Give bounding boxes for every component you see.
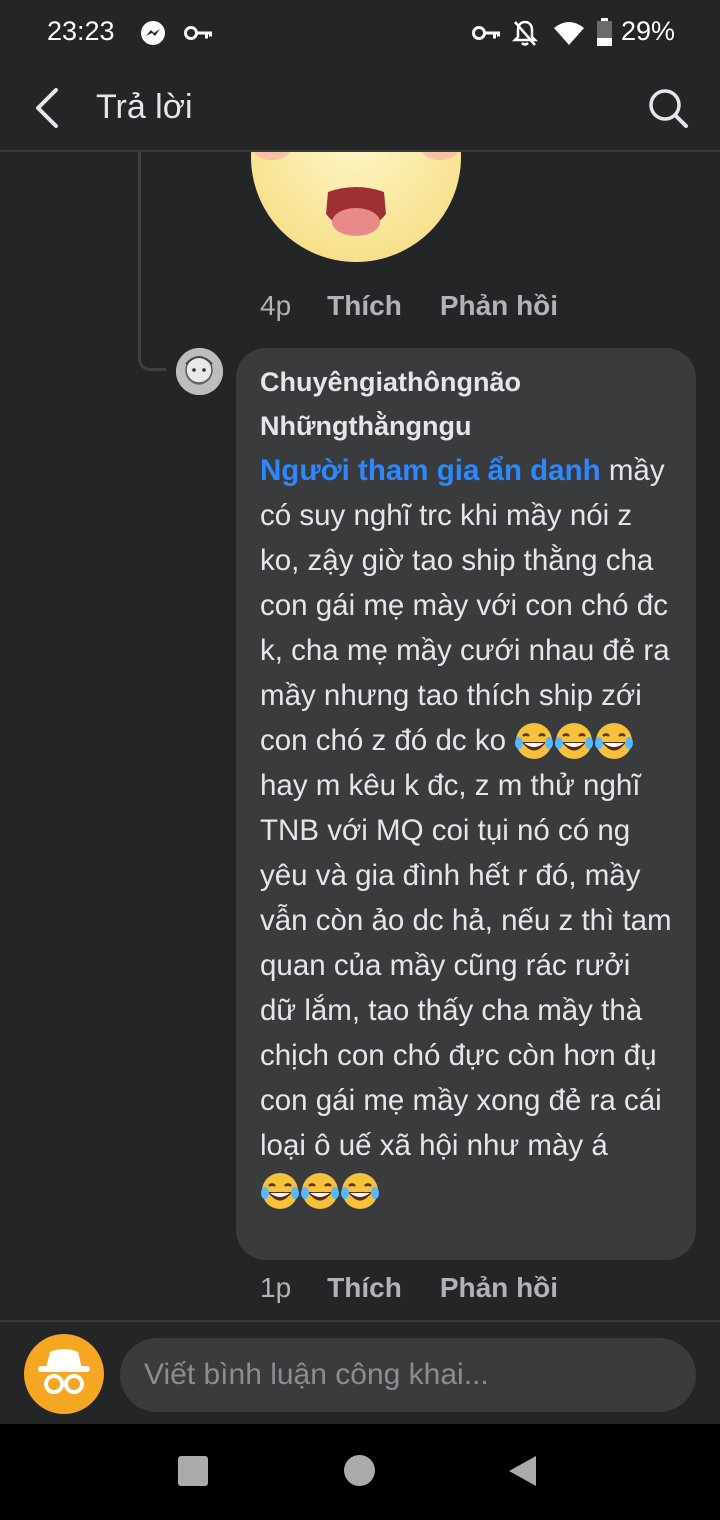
comment-text-part2: hay m kêu k đc, z m thử nghĩ TNB với MQ … [260, 769, 672, 1162]
reply-button[interactable]: Phản hồi [440, 290, 558, 321]
comment-bubble: Chuyêngiathôngnão Nhữngthằngngu Người tha… [236, 348, 696, 1260]
nav-recent-icon[interactable] [178, 1456, 208, 1486]
nav-back-icon[interactable] [506, 1454, 538, 1488]
author-name-line1: Chuyêngiathôngnão [260, 367, 521, 397]
sticker-emoji [251, 152, 461, 262]
comment-time: 4p [260, 290, 292, 321]
comment-time: 1p [260, 1272, 292, 1303]
system-nav-bar [0, 1424, 720, 1520]
laughing-emoji-icon [261, 1172, 379, 1209]
mention-link[interactable]: Người tham gia ẩn danh [260, 454, 601, 487]
thread-connector [138, 359, 166, 371]
laughing-emoji-icon [515, 722, 634, 759]
status-bar: 23:23 29% [0, 0, 720, 66]
search-icon[interactable] [646, 86, 690, 130]
comment-input[interactable]: Viết bình luận công khai... [120, 1338, 696, 1412]
avatar-image [176, 348, 223, 395]
back-arrow-icon[interactable] [28, 86, 68, 130]
nav-home-icon[interactable] [344, 1455, 375, 1486]
comment-author[interactable]: Chuyêngiathôngnão Nhữngthằngngu [260, 360, 672, 448]
app-header: Trả lời [0, 66, 720, 152]
like-button[interactable]: Thích [327, 1272, 402, 1303]
emoji-group [514, 717, 634, 762]
battery-percent: 29% [621, 16, 676, 46]
author-name-line2: Nhữngthằngngu [260, 411, 472, 441]
comment-text: Người tham gia ẩn danh mầy có suy nghĩ t… [260, 448, 672, 1213]
thread-line [138, 152, 141, 362]
like-button[interactable]: Thích [327, 290, 402, 321]
anonymous-avatar-icon[interactable] [24, 1334, 104, 1414]
messenger-icon [141, 21, 165, 45]
comment-text-part1: mầy có suy nghĩ trc khi mầy nói z ko, zậ… [260, 454, 670, 757]
avatar[interactable] [176, 348, 223, 395]
status-time: 23:23 [47, 16, 115, 46]
wifi-icon [554, 22, 584, 45]
vpn-key-icon [472, 26, 500, 40]
comment-meta: 4p Thích Phản hồi [260, 290, 596, 322]
page-title: Trả lời [96, 88, 193, 126]
comment-composer: Viết bình luận công khai... [0, 1320, 720, 1424]
comment-thread: 4p Thích Phản hồi Chuyêngiathôngnão Nhữngth… [0, 152, 720, 1320]
reply-button[interactable]: Phản hồi [440, 1272, 558, 1303]
emoji-group [260, 1167, 380, 1212]
battery-icon [597, 18, 612, 46]
comment-meta: 1p Thích Phản hồi [260, 1272, 596, 1304]
vpn-key-icon [184, 26, 212, 40]
bell-off-icon [512, 20, 538, 46]
